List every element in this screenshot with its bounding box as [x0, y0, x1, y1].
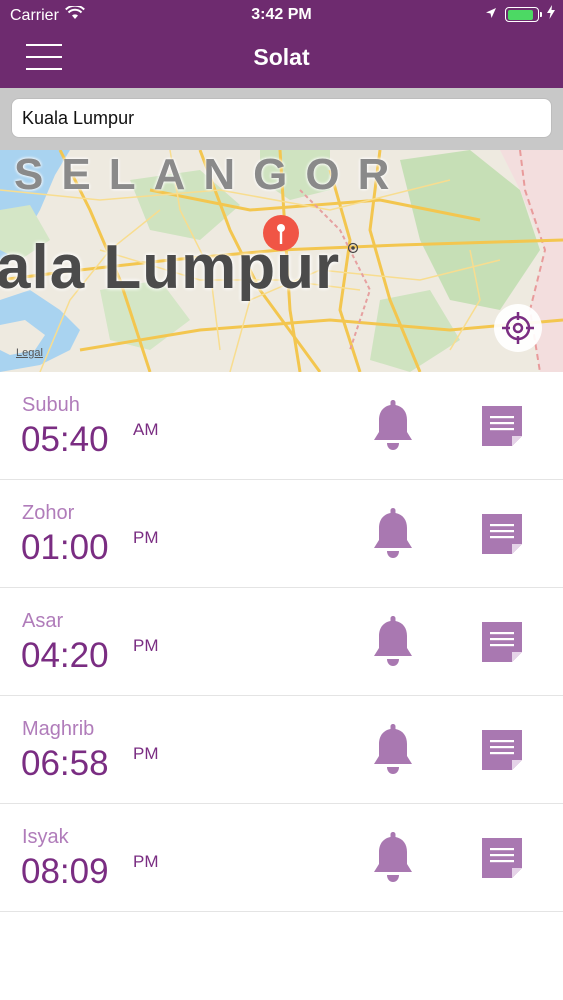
prayer-time: 01:00 — [21, 528, 109, 567]
prayer-row-zohor: Zohor 01:00 PM — [0, 480, 563, 588]
prayer-row-subuh: Subuh 05:40 AM — [0, 372, 563, 480]
prayer-time: 04:20 — [21, 636, 109, 675]
note-icon[interactable] — [480, 620, 524, 664]
prayer-period: AM — [133, 420, 159, 439]
bell-icon[interactable] — [370, 614, 416, 668]
crosshair-icon — [502, 312, 534, 344]
map-region-label: SELANGOR — [14, 150, 408, 199]
charging-icon — [547, 5, 555, 24]
status-right-group — [485, 5, 555, 24]
prayer-time: 05:40 — [21, 420, 109, 459]
map-pin-icon[interactable] — [262, 214, 300, 260]
bell-icon[interactable] — [370, 506, 416, 560]
prayer-row-asar: Asar 04:20 PM — [0, 588, 563, 696]
locate-me-button[interactable] — [494, 304, 542, 352]
prayer-name: Maghrib — [22, 718, 95, 740]
prayer-period: PM — [133, 852, 159, 871]
search-bar — [0, 88, 563, 150]
prayer-period: PM — [133, 744, 159, 763]
note-icon[interactable] — [480, 404, 524, 448]
prayer-period: PM — [133, 528, 159, 547]
prayer-row-isyak: Isyak 08:09 PM — [0, 804, 563, 912]
prayer-name: Zohor — [22, 502, 75, 524]
bell-icon[interactable] — [370, 722, 416, 776]
prayer-name: Subuh — [22, 394, 80, 416]
bell-icon[interactable] — [370, 830, 416, 884]
nav-bar: Solat — [0, 30, 563, 88]
prayer-time: 08:09 — [21, 852, 109, 891]
status-bar: Carrier 3:42 PM — [0, 0, 563, 30]
note-icon[interactable] — [480, 836, 524, 880]
prayer-times-list: Subuh 05:40 AM Zohor 01:00 PM Asar 04:20… — [0, 372, 563, 912]
prayer-row-maghrib: Maghrib 06:58 PM — [0, 696, 563, 804]
prayer-name: Asar — [22, 610, 64, 632]
prayer-name: Isyak — [22, 826, 69, 848]
battery-fill — [507, 9, 533, 20]
note-icon[interactable] — [480, 512, 524, 556]
prayer-time: 06:58 — [21, 744, 109, 783]
bell-icon[interactable] — [370, 398, 416, 452]
map-legal-link[interactable]: Legal — [16, 347, 43, 359]
location-search-input[interactable] — [11, 98, 552, 138]
page-title: Solat — [253, 44, 310, 70]
app-header: Carrier 3:42 PM Solat — [0, 0, 563, 88]
prayer-period: PM — [133, 636, 159, 655]
map-view[interactable]: SELANGOR ala Lumpur Legal — [0, 150, 563, 372]
location-arrow-icon — [485, 6, 497, 24]
map-marker-dot-icon — [347, 242, 359, 254]
status-time: 3:42 PM — [251, 6, 312, 23]
note-icon[interactable] — [480, 728, 524, 772]
battery-icon — [505, 7, 542, 22]
